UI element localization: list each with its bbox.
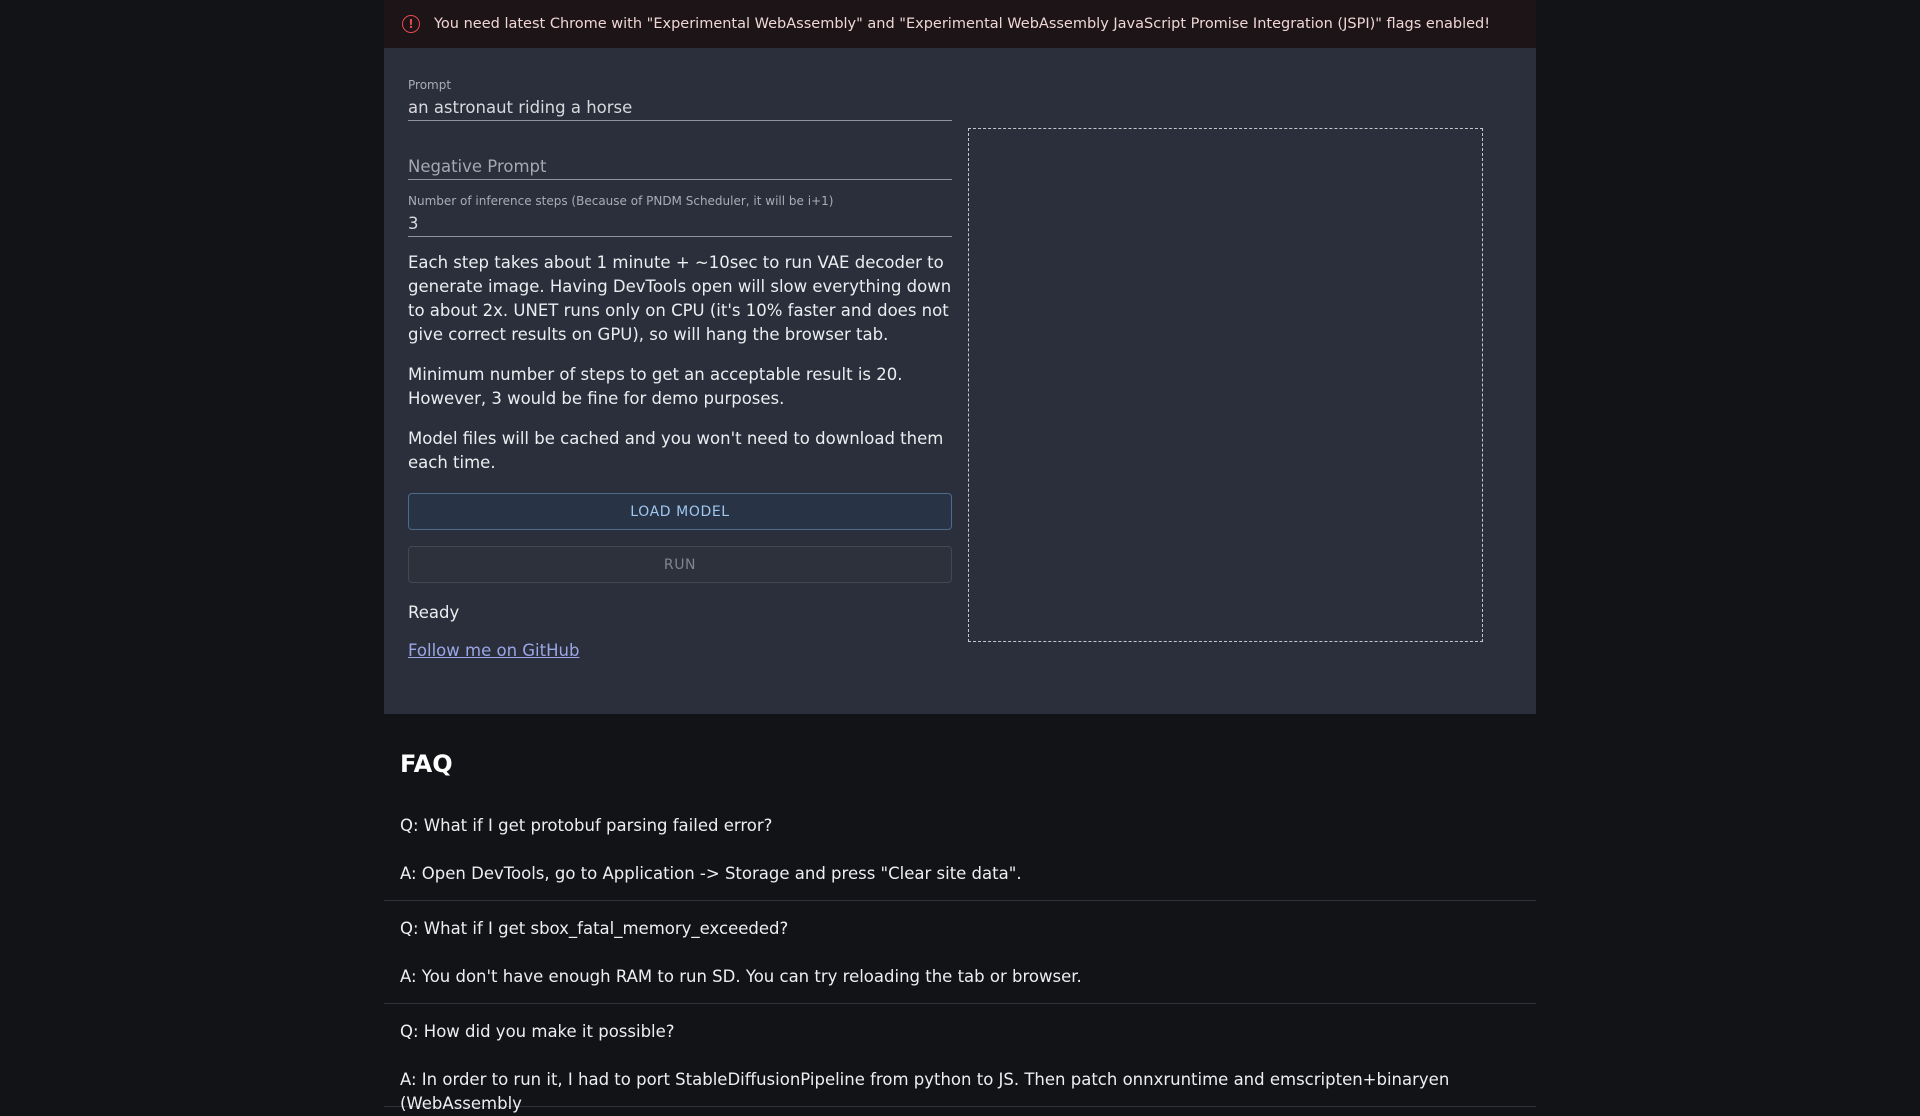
faq-question: Q: How did you make it possible? — [400, 1022, 675, 1041]
description: Each step takes about 1 minute + ~10sec … — [408, 251, 952, 475]
steps-label: Number of inference steps (Because of PN… — [408, 194, 834, 208]
run-button[interactable]: RUN — [408, 546, 952, 583]
faq-item: Q: What if I get sbox_fatal_memory_excee… — [384, 901, 1536, 1004]
prompt-input[interactable] — [408, 94, 952, 120]
alert-text: You need latest Chrome with "Experimenta… — [434, 16, 1491, 32]
faq-answer: A: You don't have enough RAM to run SD. … — [400, 967, 1082, 986]
description-paragraph: Each step takes about 1 minute + ~10sec … — [408, 253, 952, 344]
output-image-canvas — [968, 128, 1483, 642]
faq-question: Q: What if I get sbox_fatal_memory_excee… — [400, 919, 789, 938]
error-icon: ! — [402, 15, 420, 33]
description-paragraph: Model files will be cached and you won't… — [408, 429, 944, 472]
faq-question: Q: What if I get protobuf parsing failed… — [400, 816, 773, 835]
load-model-button[interactable]: LOAD MODEL — [408, 493, 952, 530]
main-card: Prompt Number of inference steps (Becaus… — [384, 48, 1536, 714]
faq-item: Q: What if I get protobuf parsing failed… — [384, 814, 1536, 901]
controls-column: Prompt Number of inference steps (Becaus… — [408, 78, 952, 660]
github-link[interactable]: Follow me on GitHub — [408, 641, 579, 660]
page: ! You need latest Chrome with "Experimen… — [384, 0, 1536, 1113]
negative-prompt-field — [408, 153, 952, 180]
faq-title: FAQ — [400, 750, 453, 778]
faq-section: FAQ Q: What if I get protobuf parsing fa… — [384, 748, 1536, 1113]
faq-item: Q: How did you make it possible? A: In o… — [384, 1004, 1536, 1113]
steps-field: Number of inference steps (Because of PN… — [408, 194, 952, 237]
prompt-label: Prompt — [408, 78, 452, 92]
faq-answer: A: Open DevTools, go to Application -> S… — [400, 864, 1022, 883]
jspi-warning-alert: ! You need latest Chrome with "Experimen… — [384, 0, 1536, 48]
description-paragraph: Minimum number of steps to get an accept… — [408, 365, 903, 408]
negative-prompt-input[interactable] — [408, 153, 952, 179]
prompt-field: Prompt — [408, 78, 952, 121]
status-text: Ready — [408, 603, 460, 622]
faq-answer: A: In order to run it, I had to port Sta… — [400, 1070, 1450, 1113]
steps-input[interactable] — [408, 210, 952, 236]
